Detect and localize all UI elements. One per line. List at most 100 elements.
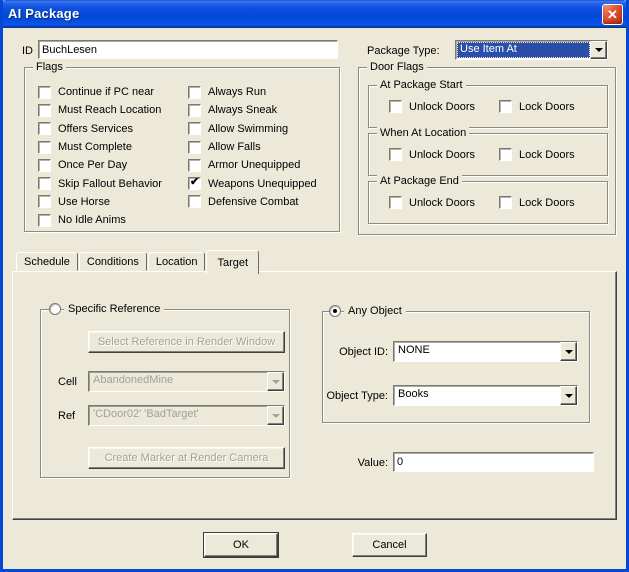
package-type-combobox[interactable]: Use Item At [455,40,608,60]
tab-schedule[interactable]: Schedule [16,252,78,271]
flag-label: Weapons Unequipped [208,178,317,190]
flag-row[interactable]: Must Complete [38,141,162,154]
checkbox-continue-if-pc-near[interactable] [38,86,51,99]
flag-row[interactable]: Once Per Day [38,159,162,172]
checkbox-allow-swimming[interactable] [188,122,201,135]
flag-row[interactable]: Continue if PC near [38,86,162,99]
checkbox-end-lock-doors[interactable] [499,196,512,209]
tab-label: Target [217,257,248,269]
object-type-label: Object Type: [305,390,388,402]
at-package-start-groupbox: At Package Start Unlock Doors Lock Doors [368,85,608,128]
checkbox-must-complete[interactable] [38,141,51,154]
checkbox-location-lock-doors[interactable] [499,148,512,161]
door-flag-label: Lock Doors [519,101,575,113]
chevron-down-icon [595,48,603,52]
package-type-label: Package Type: [367,45,440,57]
door-flag-row[interactable]: Unlock Doors [389,100,475,113]
title-bar[interactable]: AI Package ✕ [0,0,629,28]
ref-dropdown-button [267,406,284,425]
flag-label: Always Sneak [208,104,277,116]
chevron-down-icon [272,380,280,384]
flag-row[interactable]: Use Horse [38,195,162,208]
checkbox-use-horse[interactable] [38,195,51,208]
tab-target[interactable]: Target [206,250,259,274]
value-label: Value: [333,457,388,469]
value-input[interactable] [393,452,594,472]
cell-combobox: AbandonedMine [88,371,285,392]
specific-reference-radio-label: Specific Reference [64,303,164,315]
flag-label: Skip Fallout Behavior [58,178,162,190]
door-flag-row[interactable]: Unlock Doors [389,148,475,161]
door-flag-label: Lock Doors [519,197,575,209]
close-button[interactable]: ✕ [602,4,623,25]
object-type-combobox[interactable]: Books [393,385,578,406]
object-id-combobox[interactable]: NONE [393,341,578,362]
flag-row[interactable]: Skip Fallout Behavior [38,177,162,190]
specific-reference-radio[interactable] [49,303,61,315]
flag-row[interactable]: Defensive Combat [188,195,317,208]
door-flag-row[interactable]: Lock Doors [499,100,575,113]
cell-label: Cell [58,376,77,388]
flag-row[interactable]: Allow Swimming [188,122,317,135]
object-type-selected-value: Books [394,386,560,405]
door-flag-row[interactable]: Unlock Doors [389,196,475,209]
tab-location[interactable]: Location [148,252,206,271]
package-type-dropdown-button[interactable] [590,41,607,59]
flag-label: Always Run [208,86,266,98]
object-type-dropdown-button[interactable] [560,386,577,405]
checkbox-weapons-unequipped[interactable] [188,177,201,190]
object-id-selected-value: NONE [394,342,560,361]
create-marker-button: Create Marker at Render Camera [88,447,285,469]
object-id-label: Object ID: [320,346,388,358]
chevron-down-icon [565,350,573,354]
id-label: ID [22,45,33,57]
flag-row[interactable]: Offers Services [38,122,162,135]
checkbox-always-sneak[interactable] [188,104,201,117]
flag-row[interactable]: No Idle Anims [38,214,162,227]
checkbox-start-unlock-doors[interactable] [389,100,402,113]
flag-row[interactable]: Armor Unequipped [188,159,317,172]
flag-row[interactable]: Weapons Unequipped [188,177,317,190]
checkbox-no-idle-anims[interactable] [38,214,51,227]
checkbox-location-unlock-doors[interactable] [389,148,402,161]
checkbox-end-unlock-doors[interactable] [389,196,402,209]
checkbox-always-run[interactable] [188,86,201,99]
cancel-button[interactable]: Cancel [352,533,427,557]
flag-row[interactable]: Always Run [188,86,317,99]
tab-label: Schedule [24,256,70,268]
flag-label: Defensive Combat [208,196,299,208]
chevron-down-icon [565,394,573,398]
door-flag-row[interactable]: Lock Doors [499,196,575,209]
ref-combobox: 'CDoor02' 'BadTarget' [88,405,285,426]
select-reference-button: Select Reference in Render Window [88,331,285,353]
checkbox-start-lock-doors[interactable] [499,100,512,113]
tab-conditions[interactable]: Conditions [79,252,147,271]
door-flags-groupbox: Door Flags At Package Start Unlock Doors… [358,67,616,235]
any-object-groupbox [322,311,590,423]
door-flag-row[interactable]: Lock Doors [499,148,575,161]
object-id-dropdown-button[interactable] [560,342,577,361]
any-object-radio-label: Any Object [344,305,406,317]
close-icon: ✕ [607,8,618,21]
flag-label: Must Reach Location [58,104,161,116]
any-object-radio[interactable] [329,305,341,317]
flag-row[interactable]: Must Reach Location [38,104,162,117]
chevron-down-icon [272,414,280,418]
when-at-location-groupbox: When At Location Unlock Doors Lock Doors [368,133,608,176]
checkbox-defensive-combat[interactable] [188,195,201,208]
ok-button[interactable]: OK [204,533,278,557]
flag-label: Allow Falls [208,141,261,153]
checkbox-once-per-day[interactable] [38,159,51,172]
door-flag-label: Lock Doors [519,149,575,161]
checkbox-must-reach-location[interactable] [38,104,51,117]
checkbox-armor-unequipped[interactable] [188,159,201,172]
flags-group-title: Flags [33,61,66,73]
flag-label: Allow Swimming [208,123,288,135]
checkbox-skip-fallout-behavior[interactable] [38,177,51,190]
id-input[interactable] [38,40,338,59]
flag-row[interactable]: Allow Falls [188,141,317,154]
flag-row[interactable]: Always Sneak [188,104,317,117]
checkbox-offers-services[interactable] [38,122,51,135]
checkbox-allow-falls[interactable] [188,141,201,154]
flag-label: Once Per Day [58,159,127,171]
